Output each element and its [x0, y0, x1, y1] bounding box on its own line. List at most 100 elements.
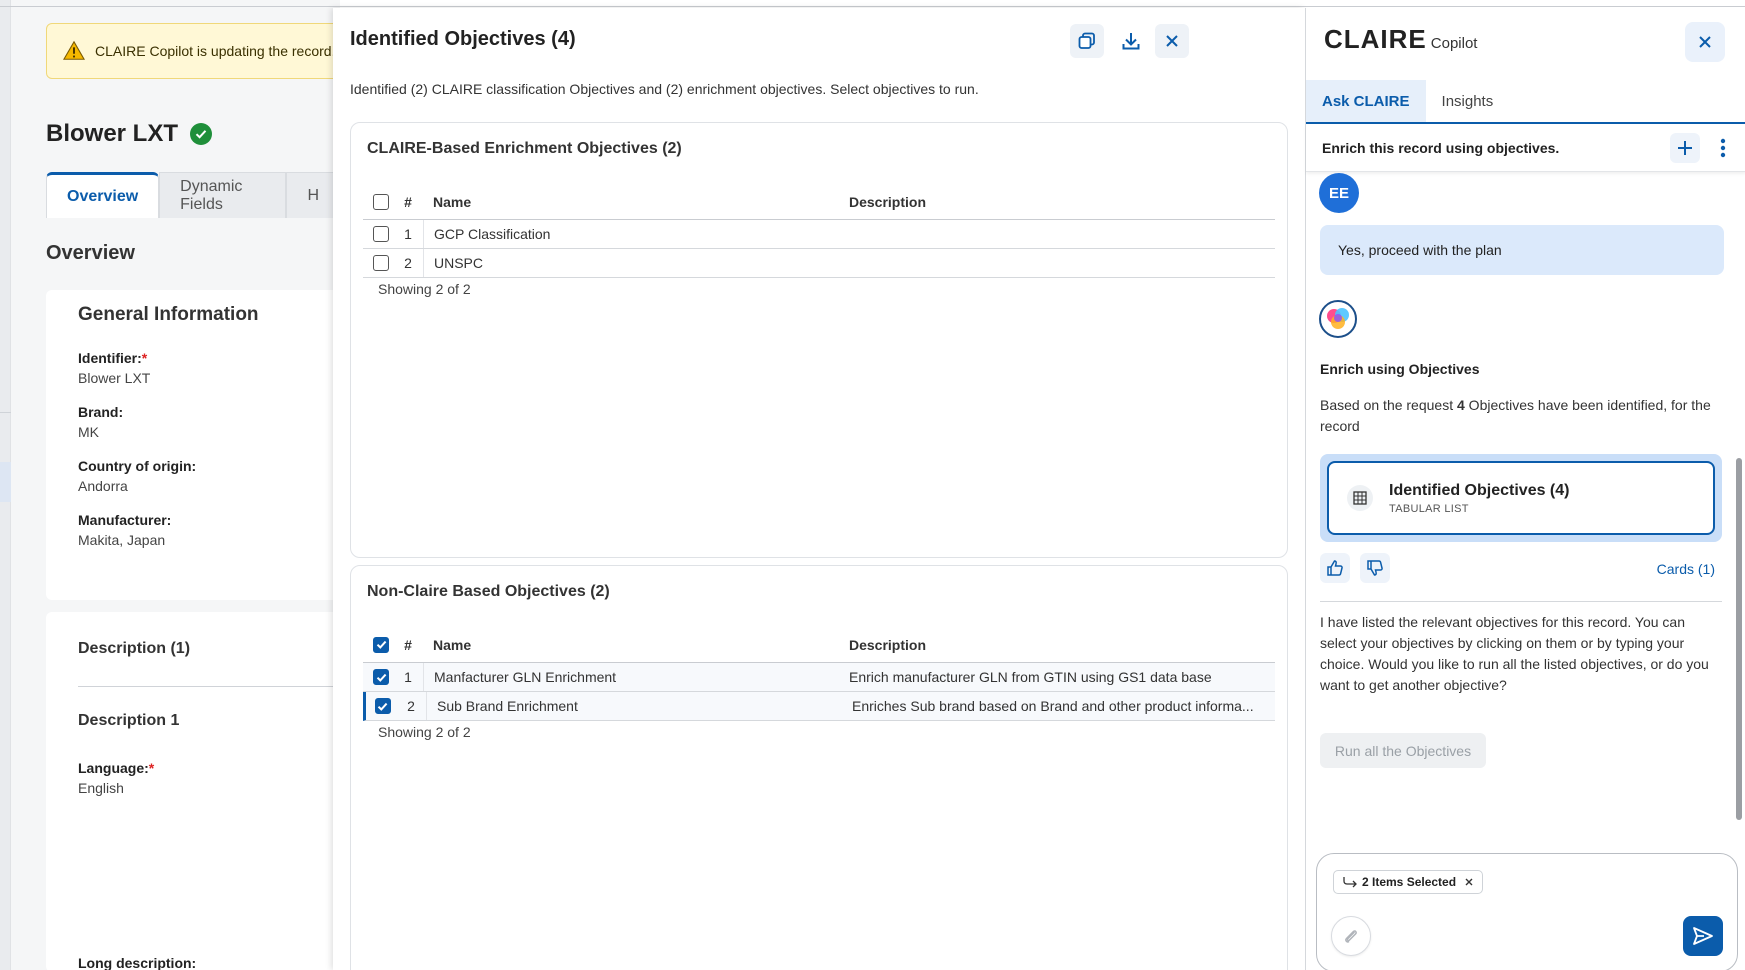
copy-button[interactable]: [1070, 24, 1104, 58]
country-label: Country of origin:: [78, 458, 197, 474]
kebab-menu-icon: [1720, 138, 1726, 158]
description-card-title[interactable]: Description (1): [78, 640, 190, 658]
description-1-title: Description 1: [78, 712, 180, 729]
thumbs-down-button[interactable]: [1360, 553, 1390, 583]
send-icon: [1693, 927, 1713, 945]
modal-description: Identified (2) CLAIRE classification Obj…: [350, 81, 979, 97]
warning-icon: [63, 40, 85, 60]
context-text: Enrich this record using objectives.: [1322, 139, 1560, 156]
objectives-card-subtitle: TABULAR LIST: [1389, 502, 1469, 515]
cards-link[interactable]: Cards (1): [1657, 561, 1715, 577]
general-information-card: General Information Identifier:* Blower …: [46, 290, 346, 600]
claire-avatar-icon: [1319, 300, 1357, 338]
claire-copilot-panel: CLAIRE Copilot Ask CLAIRE Insights Enric…: [1305, 8, 1745, 970]
paperclip-icon: [1345, 930, 1357, 943]
brand-subtitle: Copilot: [1430, 35, 1478, 52]
thumbs-up-button[interactable]: [1320, 553, 1350, 583]
download-button[interactable]: [1114, 24, 1148, 58]
attach-button[interactable]: [1331, 916, 1371, 956]
column-name: Name: [433, 636, 472, 653]
row-checkbox[interactable]: [373, 669, 389, 685]
bot-heading: Enrich using Objectives: [1320, 361, 1480, 377]
table-header: # Name Description: [363, 627, 1275, 663]
showing-count: Showing 2 of 2: [378, 724, 471, 740]
tab-dynamic-fields[interactable]: Dynamic Fields: [159, 172, 287, 218]
tab-ask-claire[interactable]: Ask CLAIRE: [1306, 80, 1426, 122]
tab-overview[interactable]: Overview: [46, 172, 160, 218]
manufacturer-label: Manufacturer:: [78, 512, 172, 528]
long-description-label: Long description:: [78, 955, 197, 970]
new-chat-button[interactable]: [1670, 133, 1700, 163]
more-options-button[interactable]: [1708, 133, 1738, 163]
brand-label: Brand:: [78, 404, 124, 420]
top-divider: [0, 6, 1745, 7]
identified-objectives-modal: Identified Objectives (4) Identified (2)…: [333, 8, 1305, 970]
user-avatar: EE: [1319, 173, 1359, 213]
record-title: Blower LXT: [46, 120, 213, 148]
non-claire-objectives-table: # Name Description 1 Manfacturer GLN Enr…: [363, 627, 1275, 721]
bot-followup-message: I have listed the relevant objectives fo…: [1320, 614, 1709, 693]
copilot-brand: CLAIRE Copilot: [1324, 24, 1477, 55]
copilot-close-button[interactable]: [1685, 22, 1725, 62]
modal-title: Identified Objectives (4): [350, 28, 576, 50]
row-checkbox[interactable]: [374, 698, 391, 714]
identifier-value: Blower LXT: [78, 370, 151, 386]
brand-value: MK: [78, 424, 99, 440]
chip-label: 2 Items Selected: [1362, 875, 1457, 889]
divider: [1320, 601, 1722, 602]
check-circle-icon: [190, 123, 213, 145]
table-header: # Name Description: [363, 184, 1275, 220]
thumbs-down-icon: [1367, 560, 1383, 576]
row-checkbox[interactable]: [373, 255, 389, 271]
tab-history[interactable]: H: [286, 172, 340, 218]
manufacturer-value: Makita, Japan: [78, 532, 166, 548]
record-page: CLAIRE Copilot is updating the record. B…: [0, 0, 348, 970]
non-claire-section-title: Non-Claire Based Objectives (2): [367, 583, 610, 600]
language-label: Language:*: [78, 760, 155, 776]
column-description: Description: [849, 636, 927, 653]
showing-count: Showing 2 of 2: [378, 281, 471, 297]
copy-icon: [1078, 32, 1095, 49]
chat-composer[interactable]: 2 Items Selected: [1316, 853, 1738, 970]
left-nav-strip: [0, 0, 11, 970]
identifier-label: Identifier:*: [78, 350, 148, 366]
column-number: #: [404, 636, 412, 653]
thumbs-up-icon: [1327, 560, 1343, 576]
modal-close-button[interactable]: [1155, 24, 1189, 58]
close-icon: [1699, 36, 1711, 48]
row-checkbox[interactable]: [373, 226, 389, 242]
brand-logo-text: CLAIRE: [1324, 24, 1427, 54]
selected-items-chip: 2 Items Selected: [1333, 870, 1484, 894]
plus-icon: [1678, 141, 1692, 155]
language-value: English: [78, 780, 124, 796]
context-row: Enrich this record using objectives.: [1306, 124, 1745, 172]
record-tabs: Overview Dynamic Fields H: [46, 172, 340, 218]
table-row[interactable]: 2 Sub Brand Enrichment Enriches Sub bran…: [363, 692, 1275, 721]
objectives-card-title: Identified Objectives (4): [1389, 481, 1570, 499]
table-row[interactable]: 1 GCP Classification: [363, 220, 1275, 249]
reply-arrow-icon: [1343, 877, 1357, 888]
run-all-objectives-button[interactable]: Run all the Objectives: [1320, 733, 1486, 768]
table-row[interactable]: 2 UNSPC: [363, 249, 1275, 278]
select-all-checkbox[interactable]: [373, 636, 389, 653]
download-icon: [1122, 33, 1140, 50]
select-all-checkbox[interactable]: [373, 193, 389, 210]
tab-insights[interactable]: Insights: [1426, 80, 1510, 122]
copilot-scrollbar[interactable]: [1736, 458, 1742, 820]
copilot-tabs: Ask CLAIRE Insights: [1306, 80, 1745, 124]
claire-section-title: CLAIRE-Based Enrichment Objectives (2): [367, 140, 682, 157]
table-icon: [1347, 485, 1373, 511]
send-button[interactable]: [1683, 916, 1723, 956]
objectives-card[interactable]: Identified Objectives (4) TABULAR LIST: [1320, 454, 1722, 542]
close-icon: [1166, 35, 1178, 47]
description-card: Description (1) Description 1 Language:*…: [46, 612, 348, 970]
user-message: Yes, proceed with the plan: [1320, 225, 1724, 275]
non-claire-objectives-section: Non-Claire Based Objectives (2) # Name D…: [350, 565, 1288, 970]
general-information-title: General Information: [78, 304, 259, 325]
chip-remove-icon[interactable]: [1464, 877, 1474, 887]
country-value: Andorra: [78, 478, 128, 494]
banner-text: CLAIRE Copilot is updating the record.: [95, 43, 336, 59]
table-row[interactable]: 1 Manfacturer GLN Enrichment Enrich manu…: [363, 663, 1275, 692]
column-number: #: [404, 193, 412, 210]
updating-banner: CLAIRE Copilot is updating the record.: [46, 23, 346, 79]
